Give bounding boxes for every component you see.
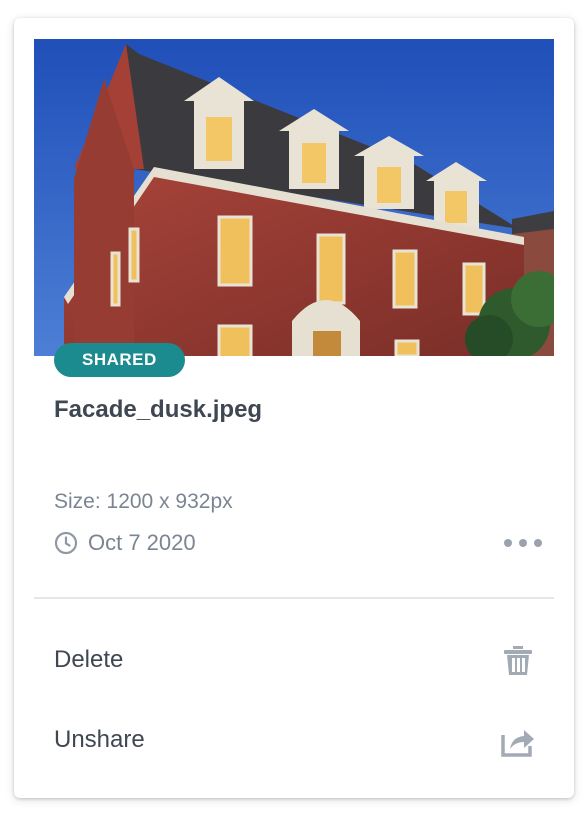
more-options-button[interactable] [504, 532, 542, 554]
file-name: Facade_dusk.jpeg [54, 396, 263, 423]
share-icon [501, 730, 534, 757]
file-card: SHARED Facade_dusk.jpeg Size: 1200 x 932… [14, 18, 574, 798]
unshare-action[interactable]: Unshare [54, 718, 536, 762]
more-horizontal-icon [504, 539, 512, 547]
date-row: Oct 7 2020 [54, 529, 196, 557]
unshare-label: Unshare [54, 726, 145, 753]
delete-label: Delete [54, 646, 124, 673]
image-thumbnail[interactable] [34, 39, 554, 356]
shared-badge: SHARED [54, 343, 185, 377]
clock-icon [54, 531, 78, 555]
file-size: Size: 1200 x 932px [54, 490, 233, 513]
trash-icon [504, 646, 532, 675]
file-date: Oct 7 2020 [88, 530, 196, 555]
divider [34, 597, 554, 599]
delete-action[interactable]: Delete [54, 638, 536, 682]
building-photo [34, 39, 554, 356]
